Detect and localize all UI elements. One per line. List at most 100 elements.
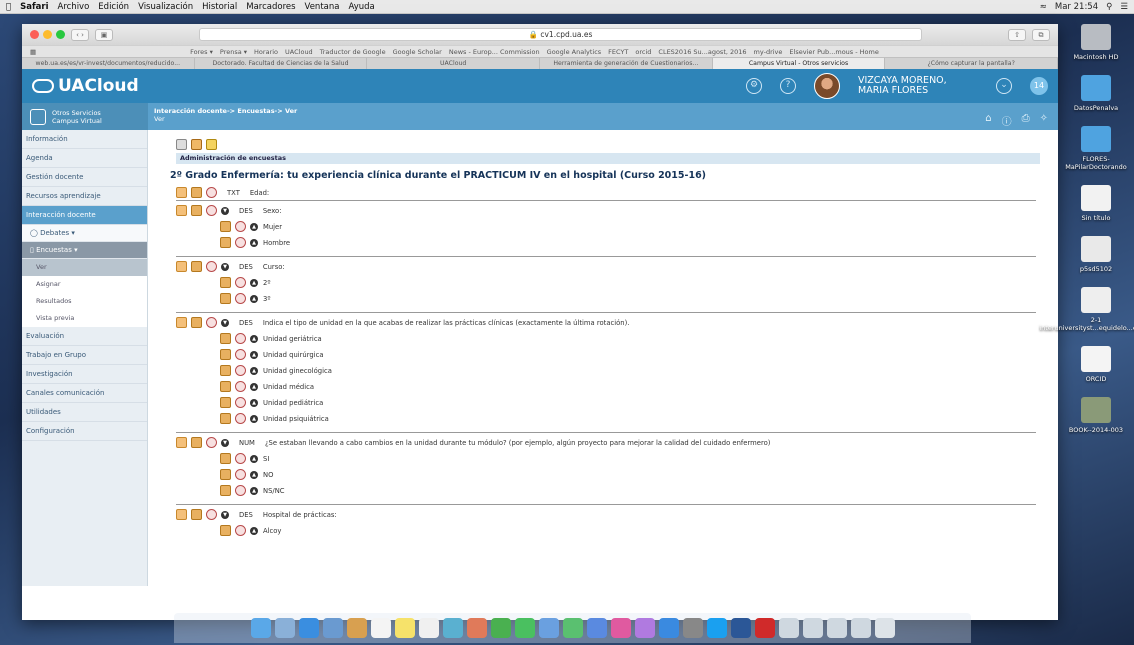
- skype-icon[interactable]: [706, 618, 727, 638]
- bookmark-item[interactable]: Fores ▾: [190, 48, 213, 56]
- menu-marcadores[interactable]: Marcadores: [246, 2, 295, 12]
- delete-option-icon[interactable]: [235, 469, 246, 480]
- edit-option-icon[interactable]: [220, 277, 231, 288]
- delete-option-icon[interactable]: [235, 293, 246, 304]
- sidebar-item-interaccion-docente[interactable]: Interacción docente: [22, 206, 147, 225]
- edit-option-icon[interactable]: [220, 413, 231, 424]
- desktop-icon[interactable]: 2-1 interuniversityst...equidelo...exts.…: [1039, 287, 1134, 332]
- menu-visualizacion[interactable]: Visualización: [138, 2, 193, 12]
- move-up-icon[interactable]: ▲: [250, 350, 258, 359]
- safari-icon[interactable]: [298, 618, 319, 638]
- bookmark-item[interactable]: Google Scholar: [393, 48, 442, 56]
- delete-option-icon[interactable]: [235, 525, 246, 536]
- browser-tab[interactable]: web.ua.es/es/vr-invest/documentos/reduci…: [22, 58, 195, 69]
- edit-icon[interactable]: [191, 205, 202, 216]
- home-icon[interactable]: ⌂: [985, 113, 991, 128]
- search-icon[interactable]: ⚲: [1106, 2, 1112, 12]
- edit-survey-icon[interactable]: [191, 138, 202, 150]
- launchpad-icon[interactable]: [274, 618, 295, 638]
- bookmark-item[interactable]: FECYT: [608, 48, 628, 56]
- notification-center-icon[interactable]: ☰: [1120, 2, 1128, 12]
- uacloud-logo[interactable]: UACloud: [32, 76, 139, 96]
- desktop-icon[interactable]: BOOK--2014-003: [1069, 397, 1123, 434]
- move-down-icon[interactable]: ▼: [221, 438, 229, 447]
- bookmark-item[interactable]: CLES2016 Su...agost, 2016: [658, 48, 746, 56]
- edit-icon[interactable]: [191, 437, 202, 448]
- sidebar-item-investigacion[interactable]: Investigación: [22, 365, 147, 384]
- avatar[interactable]: [814, 73, 840, 99]
- apple-menu-icon[interactable]: : [6, 2, 11, 12]
- delete-option-icon[interactable]: [235, 237, 246, 248]
- help-icon[interactable]: ?: [780, 78, 796, 94]
- browser-tab[interactable]: Doctorado. Facultad de Ciencias de la Sa…: [195, 58, 368, 69]
- add-option-icon[interactable]: [176, 205, 187, 216]
- desktop-icon[interactable]: Macintosh HD: [1073, 24, 1119, 61]
- edit-option-icon[interactable]: [220, 453, 231, 464]
- settings-icon[interactable]: ⚙: [746, 78, 762, 94]
- sidebar-item-informacion[interactable]: Información: [22, 130, 147, 149]
- contacts-icon[interactable]: [346, 618, 367, 638]
- bookmark-item[interactable]: Traductor de Google: [320, 48, 386, 56]
- browser-tab[interactable]: ¿Cómo capturar la pantalla?: [885, 58, 1058, 69]
- acrobat-icon[interactable]: [754, 618, 775, 638]
- sidebar-item-agenda[interactable]: Agenda: [22, 149, 147, 168]
- edit-option-icon[interactable]: [220, 221, 231, 232]
- desktop-icon[interactable]: p5sd5102: [1080, 236, 1112, 273]
- move-up-icon[interactable]: ▲: [250, 414, 258, 423]
- facetime-icon[interactable]: [514, 618, 535, 638]
- user-name[interactable]: VIZCAYA MORENO, MARIA FLORES: [858, 76, 978, 96]
- finder-icon[interactable]: [250, 618, 271, 638]
- menubar-clock[interactable]: Mar 21:54: [1055, 2, 1098, 12]
- add-option-icon[interactable]: [176, 437, 187, 448]
- url-bar[interactable]: 🔒 cv1.cpd.ua.es: [199, 28, 922, 41]
- user-menu-chevron-icon[interactable]: ⌄: [996, 78, 1012, 94]
- print-icon[interactable]: ⎙: [1022, 113, 1030, 128]
- edit-option-icon[interactable]: [220, 469, 231, 480]
- sidebar-item-asignar[interactable]: Asignar: [22, 276, 147, 293]
- maps-icon[interactable]: [442, 618, 463, 638]
- edit-option-icon[interactable]: [220, 525, 231, 536]
- close-window-button[interactable]: [30, 30, 39, 39]
- system-preferences-icon[interactable]: [682, 618, 703, 638]
- menu-archivo[interactable]: Archivo: [58, 2, 90, 12]
- mail-icon[interactable]: [322, 618, 343, 638]
- bookmark-item[interactable]: Elsevier Pub...mous - Home: [789, 48, 878, 56]
- delete-option-icon[interactable]: [235, 349, 246, 360]
- sidebar-item-resultados[interactable]: Resultados: [22, 293, 147, 310]
- sidebar-item-configuracion[interactable]: Configuración: [22, 422, 147, 441]
- reminders-icon[interactable]: [418, 618, 439, 638]
- delete-option-icon[interactable]: [235, 453, 246, 464]
- sidebar-item-encuestas[interactable]: ▯ Encuestas ▾: [22, 242, 147, 259]
- delete-option-icon[interactable]: [235, 365, 246, 376]
- menu-ayuda[interactable]: Ayuda: [348, 2, 374, 12]
- sidebar-item-utilidades[interactable]: Utilidades: [22, 403, 147, 422]
- photos-icon[interactable]: [466, 618, 487, 638]
- window-thumbnail-icon[interactable]: [802, 618, 823, 638]
- edit-icon[interactable]: [191, 317, 202, 328]
- move-up-icon[interactable]: ▲: [250, 486, 258, 495]
- numbers-icon[interactable]: [562, 618, 583, 638]
- delete-option-icon[interactable]: [235, 397, 246, 408]
- move-down-icon[interactable]: ▼: [221, 318, 229, 327]
- move-up-icon[interactable]: ▲: [250, 222, 258, 231]
- wifi-icon[interactable]: ≈: [1040, 2, 1047, 12]
- browser-tab[interactable]: UACloud: [367, 58, 541, 69]
- move-up-icon[interactable]: ▲: [250, 382, 258, 391]
- breadcrumb-path[interactable]: Interacción docente-> Encuestas-> Ver: [154, 107, 1052, 115]
- menu-historial[interactable]: Historial: [202, 2, 237, 12]
- bookmark-item[interactable]: my-drive: [754, 48, 783, 56]
- sidebar-item-evaluacion[interactable]: Evaluación: [22, 327, 147, 346]
- move-up-icon[interactable]: ▲: [250, 454, 258, 463]
- delete-option-icon[interactable]: [235, 221, 246, 232]
- sidebar-item-recursos[interactable]: Recursos aprendizaje: [22, 187, 147, 206]
- share-button[interactable]: ⇧: [1008, 28, 1026, 41]
- calendar-icon[interactable]: [370, 618, 391, 638]
- word-icon[interactable]: [730, 618, 751, 638]
- move-up-icon[interactable]: ▲: [250, 398, 258, 407]
- notification-bell-icon[interactable]: 14: [1030, 77, 1048, 95]
- delete-option-icon[interactable]: [235, 413, 246, 424]
- sidebar-item-debates[interactable]: ◯ Debates ▾: [22, 225, 147, 242]
- grid-icon[interactable]: ▦: [30, 48, 36, 56]
- itunes-icon[interactable]: [610, 618, 631, 638]
- bookmark-item[interactable]: orcid: [635, 48, 651, 56]
